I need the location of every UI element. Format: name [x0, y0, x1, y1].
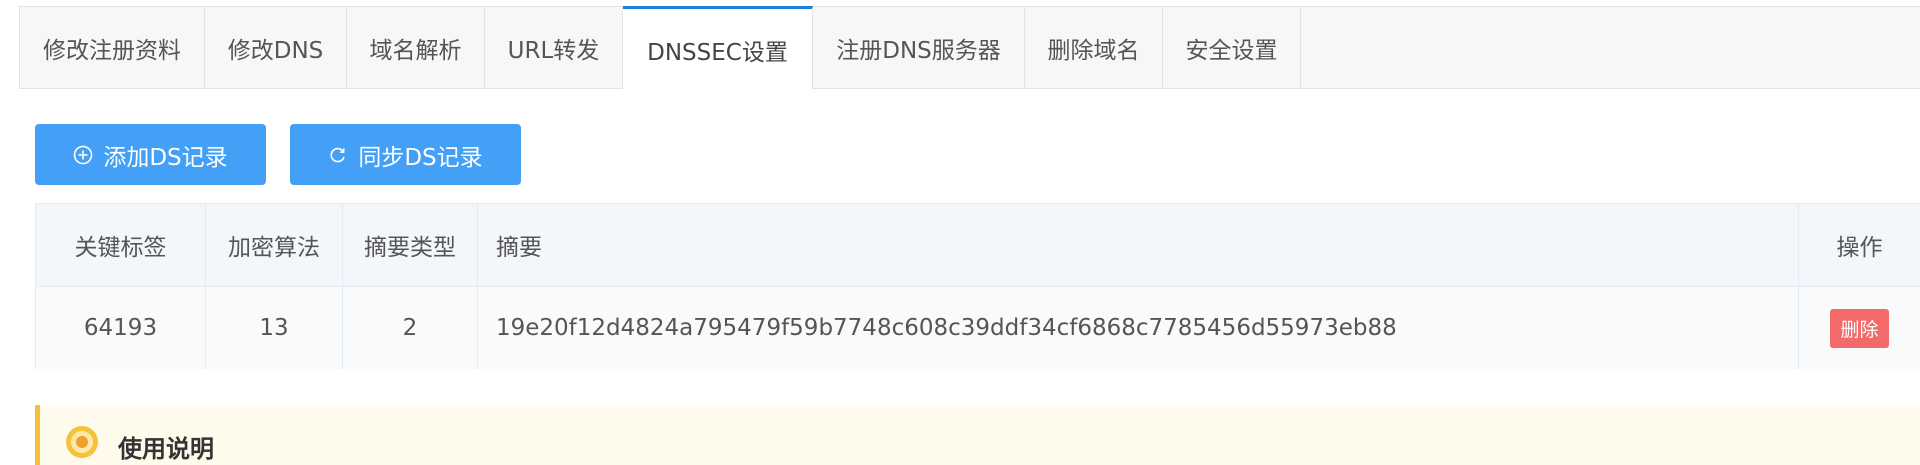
header-algorithm: 加密算法 [206, 204, 343, 286]
tab-edit-registration[interactable]: 修改注册资料 [20, 7, 205, 88]
notice-title: 使用说明 [118, 435, 214, 463]
sync-ds-record-label: 同步DS记录 [358, 144, 483, 171]
usage-notice: 使用说明 [35, 405, 1920, 465]
table-row: 64193 13 2 19e20f12d4824a795479f59b7748c… [36, 287, 1920, 369]
plus-circle-icon [73, 145, 93, 165]
cell-key-tag: 64193 [36, 287, 206, 369]
add-ds-record-button[interactable]: 添加DS记录 [35, 124, 266, 185]
delete-button[interactable]: 删除 [1830, 308, 1889, 348]
tab-security-settings[interactable]: 安全设置 [1163, 7, 1301, 88]
info-bulb-icon [65, 425, 99, 463]
tab-dnssec[interactable]: DNSSEC设置 [623, 6, 813, 90]
table-header-row: 关键标签 加密算法 摘要类型 摘要 操作 [36, 204, 1920, 287]
tab-register-dns-server[interactable]: 注册DNS服务器 [813, 7, 1025, 88]
tab-edit-dns[interactable]: 修改DNS [205, 7, 347, 88]
add-ds-record-label: 添加DS记录 [103, 144, 228, 171]
tab-delete-domain[interactable]: 删除域名 [1025, 7, 1163, 88]
cell-algorithm: 13 [206, 287, 343, 369]
cell-digest: 19e20f12d4824a795479f59b7748c608c39ddf34… [478, 287, 1799, 369]
header-digest: 摘要 [478, 204, 1799, 286]
header-action: 操作 [1836, 235, 1883, 261]
header-digest-type: 摘要类型 [343, 204, 478, 286]
cell-action: 删除 [1799, 287, 1920, 369]
header-key-tag: 关键标签 [36, 204, 206, 286]
tab-dns-resolution[interactable]: 域名解析 [347, 7, 485, 88]
ds-record-table: 关键标签 加密算法 摘要类型 摘要 操作 64193 13 2 19e20f12… [35, 203, 1920, 369]
tab-bar: 修改注册资料 修改DNS 域名解析 URL转发 DNSSEC设置 注册DNS服务… [19, 6, 1920, 90]
cell-digest-type: 2 [343, 287, 478, 369]
sync-ds-record-button[interactable]: 同步DS记录 [290, 124, 521, 185]
refresh-icon [328, 145, 348, 165]
tab-url-forwarding[interactable]: URL转发 [485, 7, 623, 88]
